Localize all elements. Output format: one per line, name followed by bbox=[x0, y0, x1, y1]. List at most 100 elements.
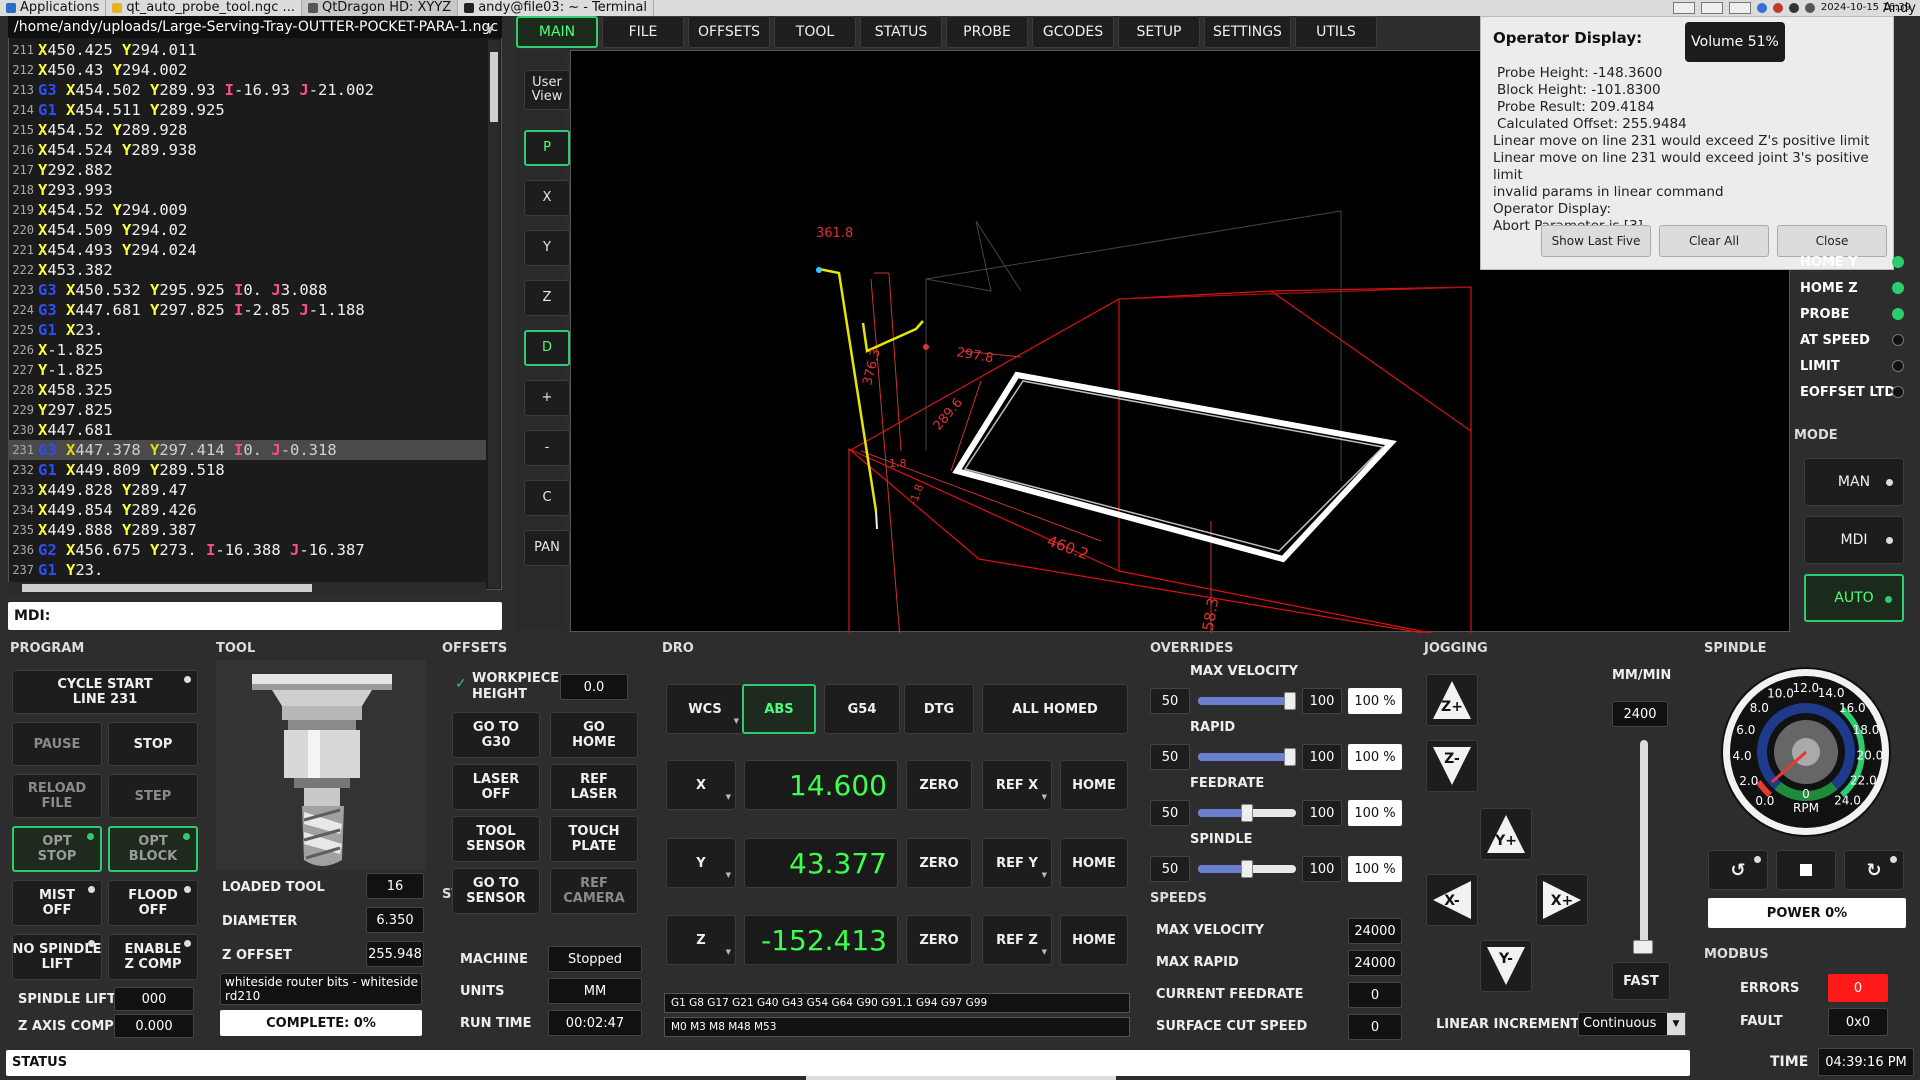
zero-z-button[interactable]: ZERO bbox=[906, 915, 972, 965]
spindle-stop-button[interactable] bbox=[1776, 850, 1836, 890]
offset-go-home-button[interactable]: GO HOME bbox=[550, 712, 638, 758]
gcode-line[interactable]: 218 Y 293.993 bbox=[8, 180, 486, 200]
override-percent[interactable]: 100 % bbox=[1348, 856, 1402, 882]
gcode-line[interactable]: 234 X 449.854 Y 289.426 bbox=[8, 500, 486, 520]
workpiece-height-value[interactable]: 0.0 bbox=[560, 674, 628, 700]
tab-probe[interactable]: PROBE bbox=[946, 16, 1028, 48]
gcode-line[interactable]: 229 Y 297.825 bbox=[8, 400, 486, 420]
gcode-line[interactable]: 232 G1 X 449.809 Y 289.518 bbox=[8, 460, 486, 480]
gcode-line[interactable]: 223 G3 X 450.532 Y 295.925 I 0. J 3.088 bbox=[8, 280, 486, 300]
jog-rate-slider-handle[interactable] bbox=[1633, 940, 1653, 954]
home-x-button[interactable]: HOME bbox=[1060, 760, 1128, 810]
zero-x-button[interactable]: ZERO bbox=[906, 760, 972, 810]
mode-man-button[interactable]: MAN bbox=[1804, 458, 1904, 506]
override-slider[interactable] bbox=[1198, 692, 1296, 710]
offset-go-to-g30-button[interactable]: GO TO G30 bbox=[452, 712, 540, 758]
gcode-line[interactable]: 227 Y -1.825 bbox=[8, 360, 486, 380]
chevron-down-icon[interactable]: ▼ bbox=[486, 20, 498, 36]
scrollbar-thumb[interactable] bbox=[22, 584, 312, 592]
override-percent[interactable]: 100 % bbox=[1348, 800, 1402, 826]
dro-axis-x-button[interactable]: X ▼ bbox=[666, 760, 736, 810]
gcode-line[interactable]: 231 G3 X 447.378 Y 297.414 I 0. J -0.318 bbox=[8, 440, 486, 460]
jog-z-minus-button[interactable]: Z- bbox=[1426, 740, 1478, 792]
gcode-line[interactable]: 221 X 454.493 Y 294.024 bbox=[8, 240, 486, 260]
gcode-line[interactable]: 224 G3 X 447.681 Y 297.825 I -2.85 J -1.188 bbox=[8, 300, 486, 320]
taskbar-window-editor[interactable]: qt_auto_probe_tool.ngc ... bbox=[106, 0, 302, 16]
workspace-3-icon[interactable] bbox=[1728, 2, 1751, 14]
view-button-c[interactable]: C bbox=[524, 480, 570, 516]
taskbar-clock[interactable]: 2024-10-15 16:39 bbox=[1821, 3, 1911, 13]
override-min-button[interactable]: 50 bbox=[1150, 744, 1190, 770]
jog-x-plus-button[interactable]: X+ bbox=[1536, 874, 1588, 926]
jog-rate-slider[interactable] bbox=[1640, 740, 1648, 950]
override-max-button[interactable]: 100 bbox=[1302, 856, 1342, 882]
view-button-zoomzoom-outin[interactable]: + bbox=[524, 380, 570, 416]
clear-all-button[interactable]: Clear All bbox=[1659, 225, 1769, 257]
view-button-pan[interactable]: PAN bbox=[524, 530, 570, 566]
override-max-button[interactable]: 100 bbox=[1302, 688, 1342, 714]
opt-stop-button[interactable]: OPT STOP bbox=[12, 826, 102, 872]
browser-icon[interactable] bbox=[1772, 3, 1783, 13]
override-min-button[interactable]: 50 bbox=[1150, 688, 1190, 714]
gcode-line[interactable]: 226 X -1.825 bbox=[8, 340, 486, 360]
scrollbar-thumb[interactable] bbox=[490, 52, 498, 122]
tab-settings[interactable]: SETTINGS bbox=[1204, 16, 1291, 48]
gcode-line[interactable]: 216 X 454.524 Y 289.938 bbox=[8, 140, 486, 160]
tab-offsets[interactable]: OFFSETS bbox=[688, 16, 770, 48]
gcode-file-path[interactable]: /home/andy/uploads/Large-Serving-Tray-OU… bbox=[8, 16, 502, 38]
dro-abs-button[interactable]: ABS bbox=[742, 684, 816, 734]
view-button-p[interactable]: P bbox=[524, 130, 570, 166]
taskbar-user[interactable]: Andy bbox=[1883, 1, 1916, 16]
gcode-line[interactable]: 220 X 454.509 Y 294.02 bbox=[8, 220, 486, 240]
gcode-line[interactable]: 215 X 454.52 Y 289.928 bbox=[8, 120, 486, 140]
dro-axis-y-button[interactable]: Y ▼ bbox=[666, 838, 736, 888]
tab-setup[interactable]: SETUP bbox=[1118, 16, 1200, 48]
tab-tool[interactable]: TOOL bbox=[774, 16, 856, 48]
cycle-start-button[interactable]: CYCLE START LINE 231 bbox=[12, 670, 198, 714]
override-max-button[interactable]: 100 bbox=[1302, 800, 1342, 826]
no-spindle-lift-button[interactable]: NO SPINDLE LIFT bbox=[12, 934, 102, 980]
ref-y-button[interactable]: REF Y ▼ bbox=[982, 838, 1052, 888]
offset-touch-plate-button[interactable]: TOUCH PLATE bbox=[550, 816, 638, 862]
jog-y-minus-button[interactable]: Y- bbox=[1480, 940, 1532, 992]
opt-block-button[interactable]: OPT BLOCK bbox=[108, 826, 198, 872]
zero-y-button[interactable]: ZERO bbox=[906, 838, 972, 888]
offset-ref-laser-button[interactable]: REF LASER bbox=[550, 764, 638, 810]
spindle-lift-value[interactable]: 000 bbox=[114, 987, 194, 1011]
show-last-five-button[interactable]: Show Last Five bbox=[1541, 225, 1651, 257]
mist-button[interactable]: MIST OFF bbox=[12, 880, 102, 926]
stop-button[interactable]: STOP bbox=[108, 722, 198, 766]
ref-z-button[interactable]: REF Z ▼ bbox=[982, 915, 1052, 965]
dro-wcs-button[interactable]: WCS ▼ bbox=[666, 684, 744, 734]
dro-g54-button[interactable]: G54 bbox=[824, 684, 900, 734]
reload-file-button[interactable]: RELOAD FILE bbox=[12, 774, 102, 818]
jog-z-plus-button[interactable]: Z+ bbox=[1426, 674, 1478, 726]
dro-axis-z-button[interactable]: Z ▼ bbox=[666, 915, 736, 965]
gcode-line[interactable]: 237 G1 Y 23. bbox=[8, 560, 486, 576]
override-slider-handle[interactable] bbox=[1241, 860, 1253, 878]
network-icon[interactable] bbox=[1756, 3, 1767, 13]
gcode-lines[interactable]: 211 X 450.425 Y 294.011 212 X 450.43 Y 294.002 2… bbox=[8, 40, 486, 576]
taskbar-window-qtdragon[interactable]: QtDragon HD: XYYZ bbox=[301, 0, 459, 16]
workspace-1-icon[interactable] bbox=[1672, 2, 1695, 14]
dro-dtg-button[interactable]: DTG bbox=[904, 684, 974, 734]
spindle-reverse-button[interactable]: ↺ bbox=[1708, 850, 1768, 890]
flood-button[interactable]: FLOOD OFF bbox=[108, 880, 198, 926]
tab-status[interactable]: STATUS bbox=[860, 16, 942, 48]
view-button-z[interactable]: Z bbox=[524, 280, 570, 316]
jog-x-minus-button[interactable]: X- bbox=[1426, 874, 1478, 926]
gcode-line[interactable]: 214 G1 X 454.511 Y 289.925 bbox=[8, 100, 486, 120]
workpiece-height-label[interactable]: WORKPIECE HEIGHT bbox=[472, 671, 559, 703]
view-button-zoom-out[interactable]: - bbox=[524, 430, 570, 466]
gcode-line[interactable]: 217 Y 292.882 bbox=[8, 160, 486, 180]
home-y-button[interactable]: HOME bbox=[1060, 838, 1128, 888]
enable-z-comp-button[interactable]: ENABLE Z COMP bbox=[108, 934, 198, 980]
taskbar-window-terminal[interactable]: andy@file03: ~ - Terminal bbox=[458, 0, 654, 16]
gcode-line[interactable]: 219 X 454.52 Y 294.009 bbox=[8, 200, 486, 220]
mode-mdi-button[interactable]: MDI bbox=[1804, 516, 1904, 564]
tab-main[interactable]: MAIN bbox=[516, 16, 598, 48]
workspace-2-icon[interactable] bbox=[1700, 2, 1723, 14]
gcode-line[interactable]: 211 X 450.425 Y 294.011 bbox=[8, 40, 486, 60]
offset-laser-off-button[interactable]: LASER OFF bbox=[452, 764, 540, 810]
gcode-horizontal-scrollbar[interactable] bbox=[8, 582, 486, 594]
